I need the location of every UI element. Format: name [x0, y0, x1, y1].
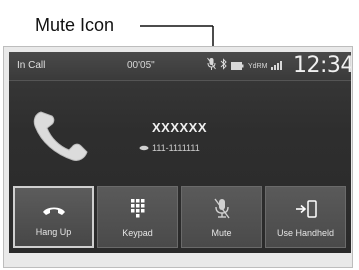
- mute-label: Mute: [211, 228, 232, 238]
- caller-number: 111-1111111: [152, 143, 200, 153]
- call-timer: 00'05": [127, 60, 155, 71]
- keypad-label: Keypad: [122, 228, 153, 238]
- signal-icon: [271, 57, 283, 75]
- status-bar: In Call 00'05" YdRM 12:34: [9, 52, 351, 81]
- use-handheld-label: Use Handheld: [276, 228, 335, 238]
- call-action-buttons: Hang Up Keypad Mute Use Handheld: [13, 186, 349, 248]
- caller-name: XXXXXX: [152, 120, 208, 135]
- transfer-handheld-icon: [295, 198, 317, 220]
- phone-handset-icon: [31, 108, 93, 167]
- use-handheld-button[interactable]: Use Handheld: [265, 186, 346, 248]
- hang-up-icon: [41, 199, 67, 221]
- hang-up-label: Hang Up: [35, 227, 72, 237]
- mobile-phone-icon: [139, 143, 149, 153]
- clock: 12:34: [293, 53, 351, 78]
- bluetooth-icon: [220, 57, 227, 75]
- mute-button[interactable]: Mute: [181, 186, 262, 248]
- keypad-icon: [130, 198, 145, 220]
- roaming-icon: YdRM: [248, 62, 268, 70]
- mic-mute-icon: [213, 198, 231, 220]
- status-icons: YdRM: [207, 57, 283, 76]
- keypad-button[interactable]: Keypad: [97, 186, 178, 248]
- mic-muted-icon: [207, 57, 216, 76]
- hang-up-button[interactable]: Hang Up: [13, 186, 94, 248]
- callout-label-mute-icon: Mute Icon: [35, 15, 115, 35]
- battery-icon: [231, 57, 244, 75]
- caller-number-row: 111-1111111: [139, 143, 200, 153]
- phone-call-screen: In Call 00'05" YdRM 12:34 XXXXXX 111-111…: [9, 52, 351, 253]
- status-title: In Call: [17, 60, 46, 71]
